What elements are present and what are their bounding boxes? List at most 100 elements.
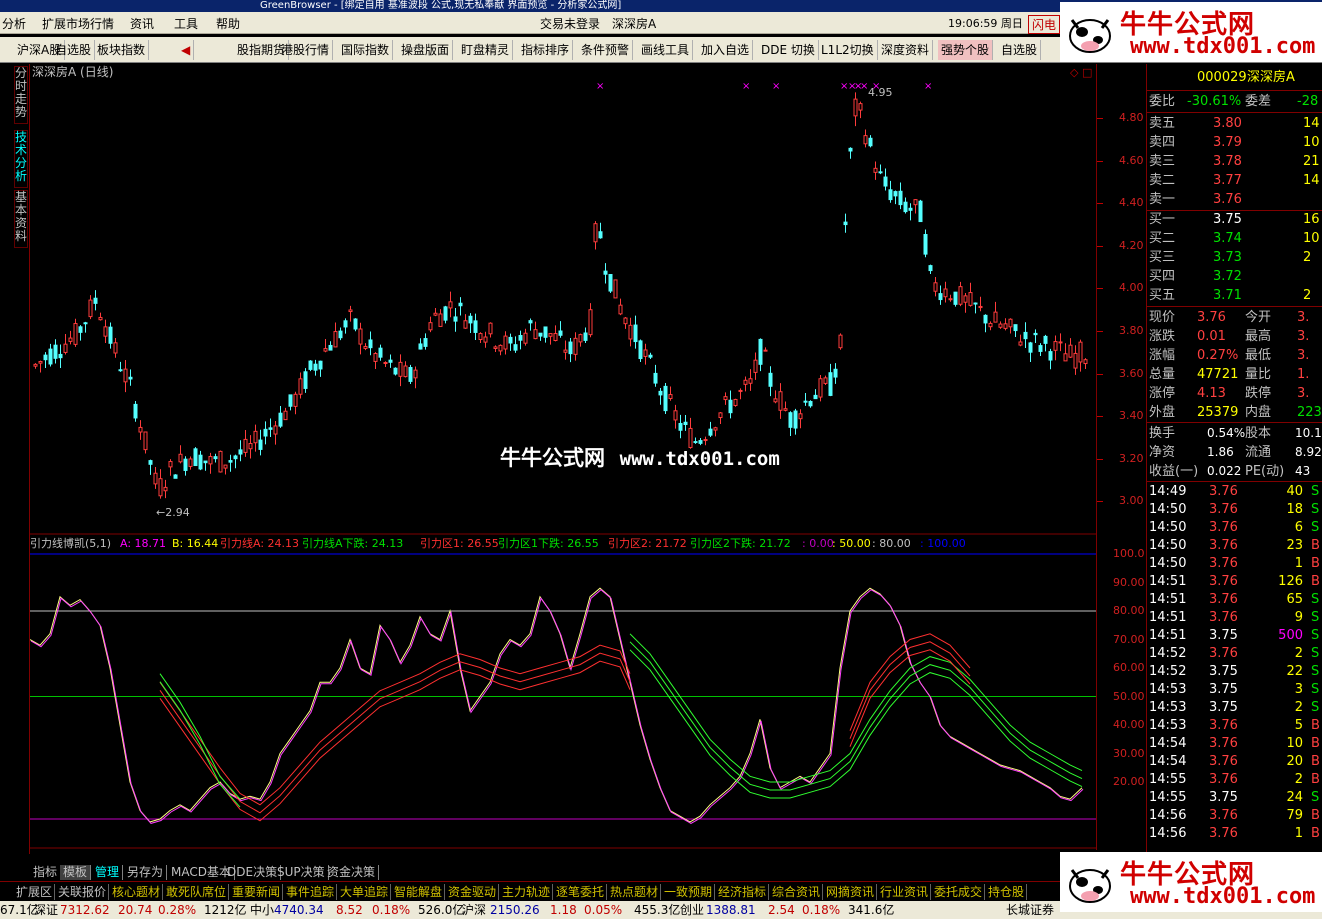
bottom-tab-5[interactable]: DDE决策 (224, 865, 282, 880)
toolbar-item-1[interactable]: 自选股 (52, 40, 96, 60)
stat-value: 0.27% (1197, 348, 1239, 363)
candle-body (593, 223, 598, 243)
bottom-tab-0[interactable]: 指标 (30, 865, 62, 880)
func-tab-1[interactable]: 关联报价 (56, 884, 110, 900)
func-tab-14[interactable]: 综合资讯 (770, 884, 824, 900)
tick-row: 14:50 3.76 18 S (1147, 501, 1322, 519)
func-tab-7[interactable]: 智能解盘 (392, 884, 446, 900)
toolbar-item-2[interactable]: 板块指数 (94, 40, 150, 60)
indicator-header-l9: : 80.00 (872, 537, 911, 550)
func-tab-0[interactable]: 扩展区 (14, 884, 56, 900)
menu-tools[interactable]: 工具 (174, 15, 198, 32)
toolbar-item-17[interactable]: 自选股 (998, 40, 1042, 60)
candle-body (718, 412, 723, 419)
trade-login-status[interactable]: 交易未登录 (540, 15, 600, 32)
bottom-tab-1[interactable]: 模板 (60, 865, 92, 880)
tick-direction: S (1311, 664, 1320, 679)
chart-title: 深深房A (日线) (32, 64, 113, 79)
weicha-value: -28 (1297, 94, 1319, 109)
candle-body (898, 190, 903, 206)
separator (1147, 481, 1322, 482)
indicator-tick-label: 50.00 (1113, 689, 1145, 703)
tick-row: 14:53 3.76 5 B (1147, 717, 1322, 735)
candle-body (513, 344, 518, 351)
candle-body (313, 363, 318, 371)
price-tick-label: 3.20 (1119, 451, 1144, 465)
tab-technical[interactable]: 技术分析 (14, 130, 28, 188)
gravity-band-green (159, 673, 241, 800)
bottom-tab-2[interactable]: 管理 (92, 865, 124, 880)
func-tab-2[interactable]: 核心题材 (110, 884, 164, 900)
candle-body (813, 394, 818, 400)
candle-body (628, 324, 633, 340)
candle-body (1053, 341, 1058, 351)
toolbar-item-11[interactable]: 画线工具 (638, 40, 694, 60)
ask-price: 3.76 (1213, 192, 1242, 207)
func-tab-13[interactable]: 经济指标 (716, 884, 770, 900)
tick-time: 14:50 (1149, 502, 1187, 517)
func-tab-12[interactable]: 一致预期 (662, 884, 716, 900)
candle-body (223, 464, 228, 469)
candle-body (1008, 318, 1013, 328)
menu-ext-market[interactable]: 扩展市场行情 (42, 15, 114, 32)
candle-body (613, 279, 618, 299)
indicator-header-a: A: 18.71 (120, 537, 166, 550)
stat-value: 47721 (1197, 367, 1239, 382)
func-tab-9[interactable]: 主力轨迹 (500, 884, 554, 900)
menu-analysis[interactable]: 分析 (2, 15, 26, 32)
tick-direction: S (1311, 682, 1320, 697)
candle-body (758, 338, 763, 365)
toolbar-item-14[interactable]: L1L2切换 (818, 40, 878, 60)
toolbar-item-5[interactable]: 港股行情 (278, 40, 334, 60)
candle-body (133, 403, 138, 419)
flash-button[interactable]: 闪电 (1028, 15, 1061, 34)
candle-body (163, 486, 168, 492)
func-tab-16[interactable]: 行业资讯 (878, 884, 932, 900)
ask-label: 卖一 (1149, 192, 1176, 207)
toolbar-item-7[interactable]: 操盘版面 (398, 40, 454, 60)
stat-label: 跌停 (1245, 386, 1272, 401)
toolbar-item-9[interactable]: 指标排序 (518, 40, 574, 60)
watermark-text: 牛牛公式网 www.tdx001.com (500, 442, 780, 472)
menu-help[interactable]: 帮助 (216, 15, 240, 32)
status-s15: 455.3亿 (634, 903, 681, 917)
candle-body (298, 378, 303, 395)
toolbar-item-12[interactable]: 加入自选 (698, 40, 754, 60)
bid-price: 3.73 (1213, 250, 1242, 265)
func-tab-11[interactable]: 热点题材 (608, 884, 662, 900)
func-tab-8[interactable]: 资金驱动 (446, 884, 500, 900)
toolbar-item-10[interactable]: 条件预警 (578, 40, 634, 60)
price-tick-label: 3.00 (1119, 494, 1144, 508)
tick-row: 14:53 3.75 3 S (1147, 681, 1322, 699)
toolbar-item-16[interactable]: 强势个股 (938, 40, 994, 60)
func-tab-4[interactable]: 重要新闻 (230, 884, 284, 900)
status-s4: 0.28% (158, 903, 197, 917)
stat-value: 223 (1297, 405, 1322, 420)
candle-body (178, 453, 183, 463)
bottom-tab-7[interactable]: 资金决策 (324, 865, 380, 880)
func-tab-15[interactable]: 网摘资讯 (824, 884, 878, 900)
candle-body (1058, 341, 1063, 344)
func-tab-10[interactable]: 逐笔委托 (554, 884, 608, 900)
indicator-tick-label: 60.00 (1113, 661, 1145, 674)
toolbar-item-3[interactable]: ◀ (178, 40, 195, 60)
tab-fundamentals[interactable]: 基本资料 (14, 190, 28, 248)
func-tab-17[interactable]: 委托成交 (932, 884, 986, 900)
candle-body (498, 344, 503, 352)
menu-info[interactable]: 资讯 (130, 15, 154, 32)
tick-direction: S (1311, 628, 1320, 643)
func-tab-5[interactable]: 事件追踪 (284, 884, 338, 900)
bid-volume: 2 (1303, 288, 1312, 303)
bottom-tab-6[interactable]: SUP决策 (274, 865, 329, 880)
bottom-tab-3[interactable]: 另存为 (124, 865, 168, 880)
indicator-header-l6: 引力区2下跌: 21.72 (690, 536, 791, 550)
toolbar-item-13[interactable]: DDE 切换 (758, 40, 819, 60)
func-tab-3[interactable]: 敢死队席位 (164, 884, 230, 900)
toolbar-item-6[interactable]: 国际指数 (338, 40, 394, 60)
ask-row: 卖三 3.78 21 (1147, 152, 1322, 171)
toolbar-item-8[interactable]: 盯盘精灵 (458, 40, 514, 60)
func-tab-6[interactable]: 大单追踪 (338, 884, 392, 900)
func-tab-18[interactable]: 持仓股 (986, 884, 1028, 900)
tab-intraday[interactable]: 分时走势 (14, 66, 28, 124)
toolbar-item-15[interactable]: 深度资料 (878, 40, 934, 60)
